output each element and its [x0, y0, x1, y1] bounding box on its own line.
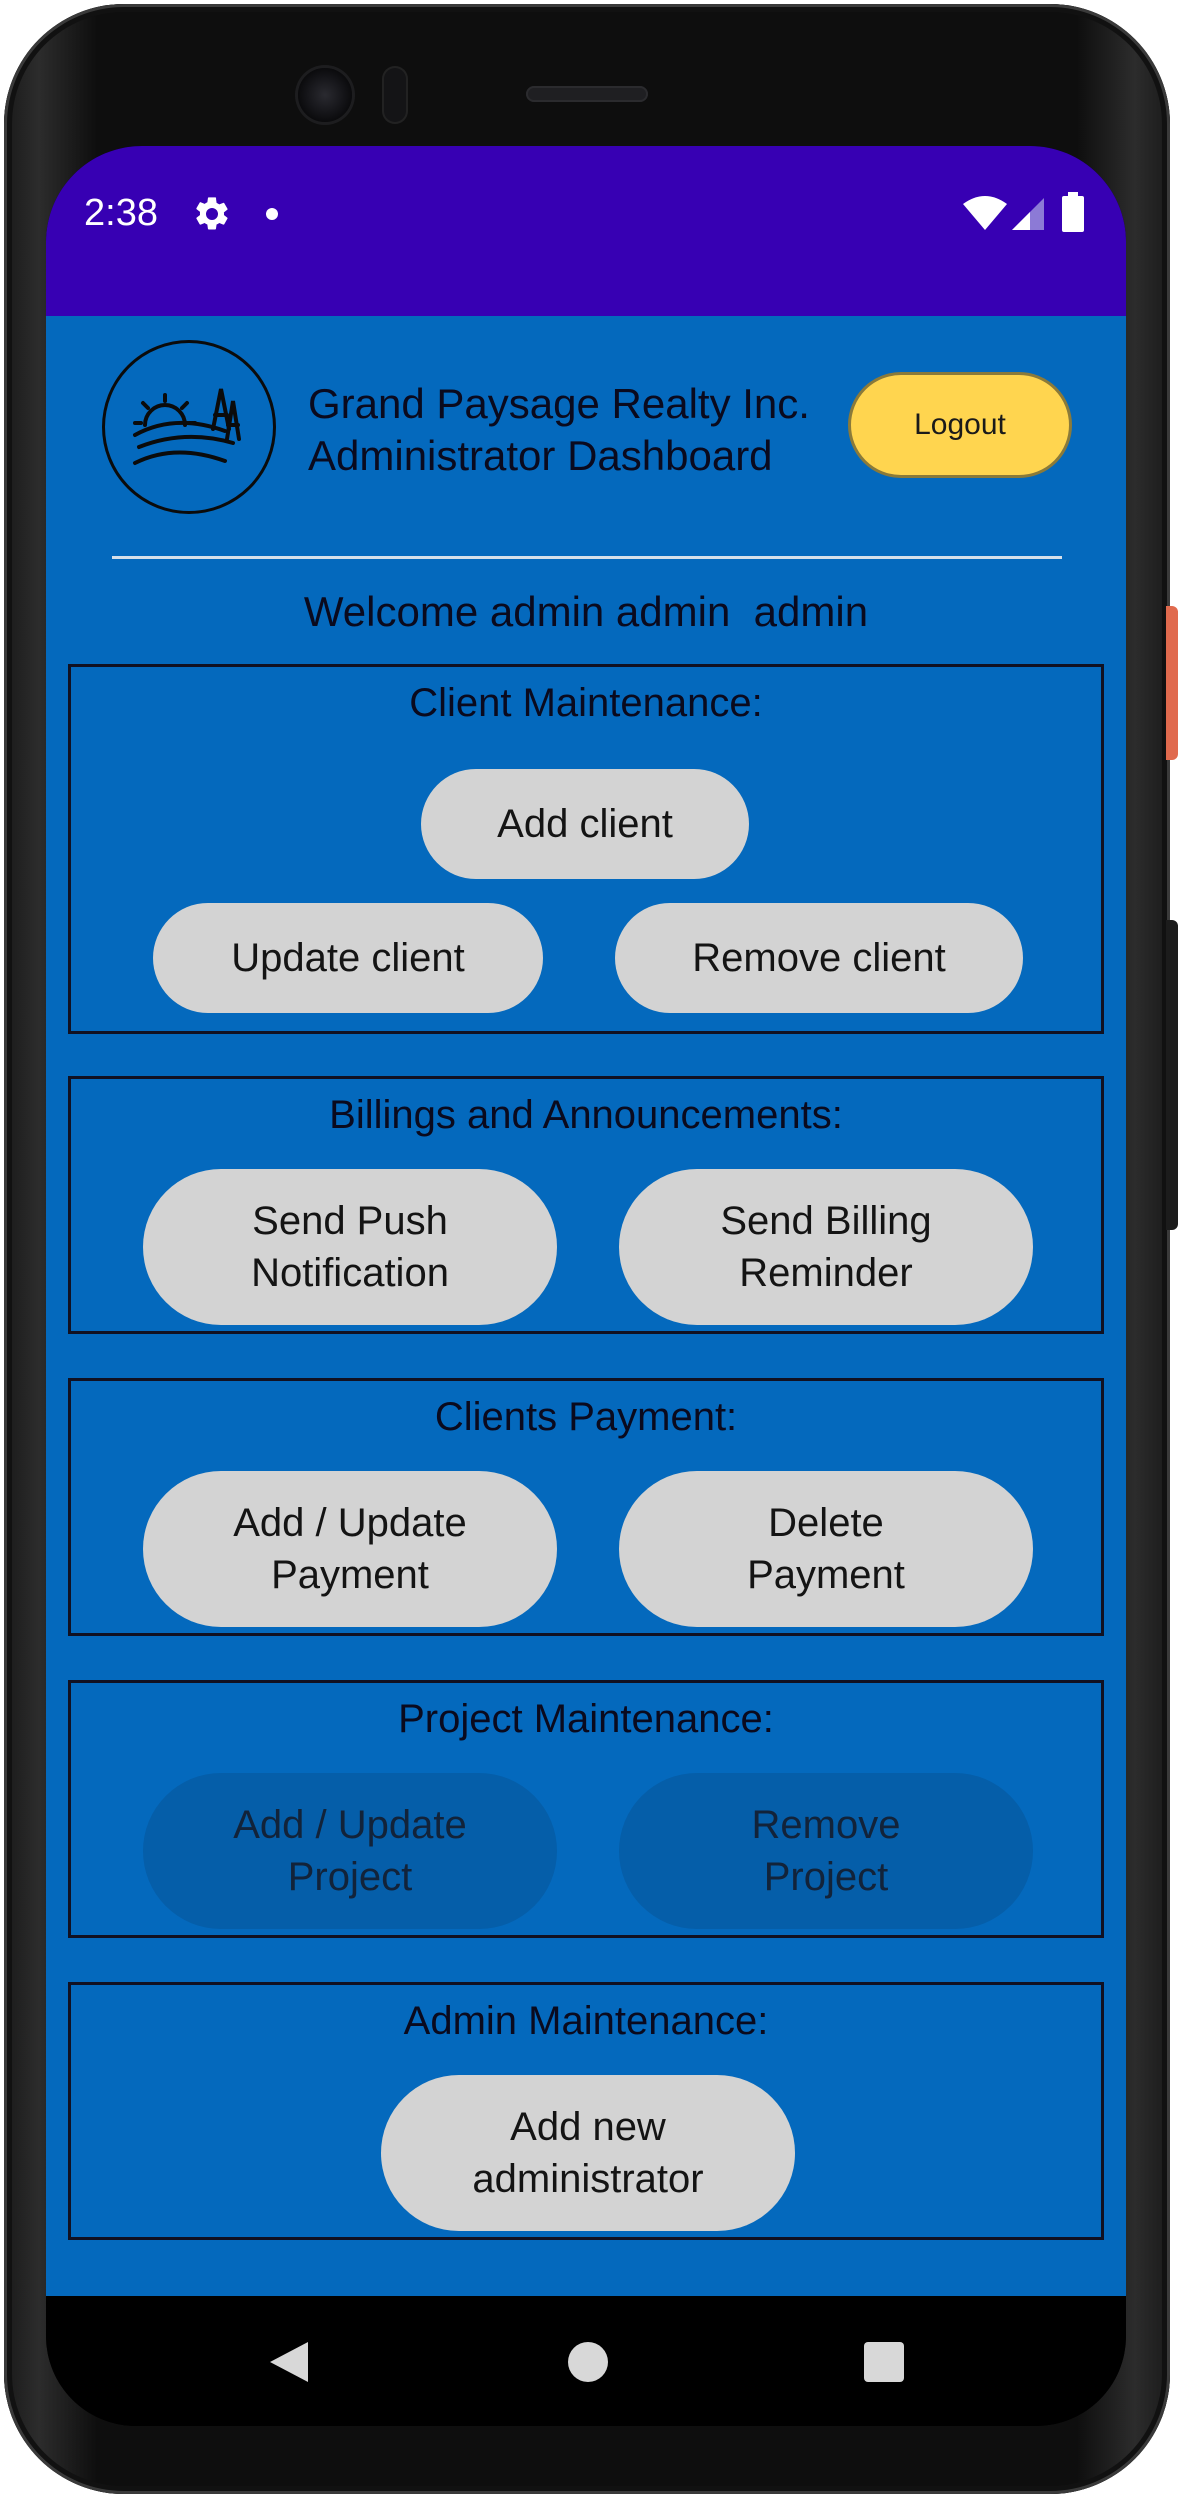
add-new-administrator-button[interactable]: Add new administrator	[381, 2075, 795, 2231]
company-logo	[102, 340, 276, 514]
button-label-line: Send Billing	[720, 1199, 932, 1243]
button-label-line: administrator	[472, 2157, 704, 2201]
button-label-line: Payment	[271, 1553, 429, 1597]
landscape-sun-trees-icon	[133, 388, 241, 465]
button-label-line: Add / Update	[233, 1501, 467, 1545]
back-icon[interactable]	[268, 2340, 310, 2384]
remove-client-button[interactable]: Remove client	[615, 903, 1023, 1013]
company-name: Grand Paysage Realty Inc.	[308, 380, 810, 427]
company-title: Grand Paysage Realty Inc. Administrator …	[308, 378, 810, 482]
status-time: 2:38	[84, 192, 158, 234]
button-label-line: Delete	[768, 1501, 884, 1545]
button-label-line: Add / Update	[233, 1803, 467, 1847]
admin-dashboard: Grand Paysage Realty Inc. Administrator …	[46, 316, 1126, 2296]
button-label-line: Send Push	[252, 1199, 448, 1243]
add-client-button[interactable]: Add client	[421, 769, 749, 879]
logout-button[interactable]: Logout	[848, 372, 1072, 478]
front-camera	[298, 68, 352, 122]
welcome-message: Welcome admin admin admin	[303, 588, 869, 635]
power-button	[1166, 606, 1178, 760]
header-divider	[112, 556, 1062, 559]
add-update-payment-button[interactable]: Add / Update Payment	[143, 1471, 557, 1627]
button-label-line: Reminder	[739, 1251, 913, 1295]
client-maintenance-section: Client Maintenance: Add client Update cl…	[68, 664, 1104, 1034]
notification-dot-icon	[266, 208, 278, 220]
remove-project-button[interactable]: Remove Project	[619, 1773, 1033, 1929]
send-push-notification-button[interactable]: Send Push Notification	[143, 1169, 557, 1325]
signal-icon	[1012, 198, 1044, 230]
gear-icon	[196, 197, 228, 230]
battery-icon	[1062, 192, 1084, 232]
section-title: Project Maintenance:	[398, 1697, 774, 1741]
dashboard-subtitle: Administrator Dashboard	[308, 432, 773, 479]
section-title: Client Maintenance:	[409, 681, 763, 725]
admin-maintenance-section: Admin Maintenance: Add new administrator	[68, 1982, 1104, 2240]
project-maintenance-section: Project Maintenance: Add / Update Projec…	[68, 1680, 1104, 1938]
status-bar: 2:38	[46, 146, 1126, 316]
button-label-line: Remove	[751, 1803, 901, 1847]
navigation-bar	[46, 2296, 1126, 2426]
proximity-sensor	[382, 66, 408, 124]
section-title: Admin Maintenance:	[403, 1999, 769, 2043]
earpiece-speaker	[526, 86, 648, 102]
add-update-project-button[interactable]: Add / Update Project	[143, 1773, 557, 1929]
button-label-line: Project	[763, 1855, 889, 1899]
button-label-line: Payment	[747, 1553, 905, 1597]
clients-payment-section: Clients Payment: Add / Update Payment De…	[68, 1378, 1104, 1636]
button-label-line: Add new	[510, 2105, 666, 2149]
recents-icon[interactable]	[864, 2342, 904, 2382]
send-billing-reminder-button[interactable]: Send Billing Reminder	[619, 1169, 1033, 1325]
delete-payment-button[interactable]: Delete Payment	[619, 1471, 1033, 1627]
section-title: Billings and Announcements:	[329, 1093, 843, 1137]
billings-section: Billings and Announcements: Send Push No…	[68, 1076, 1104, 1334]
section-title: Clients Payment:	[434, 1395, 738, 1439]
button-label-line: Notification	[251, 1251, 449, 1295]
update-client-button[interactable]: Update client	[153, 903, 543, 1013]
wifi-icon	[963, 196, 1007, 230]
volume-button	[1166, 920, 1178, 1230]
device-screen: 2:38 Grand Paysage Realty Inc. Administr…	[46, 146, 1126, 2426]
button-label-line: Project	[287, 1855, 413, 1899]
home-icon[interactable]	[568, 2342, 608, 2382]
